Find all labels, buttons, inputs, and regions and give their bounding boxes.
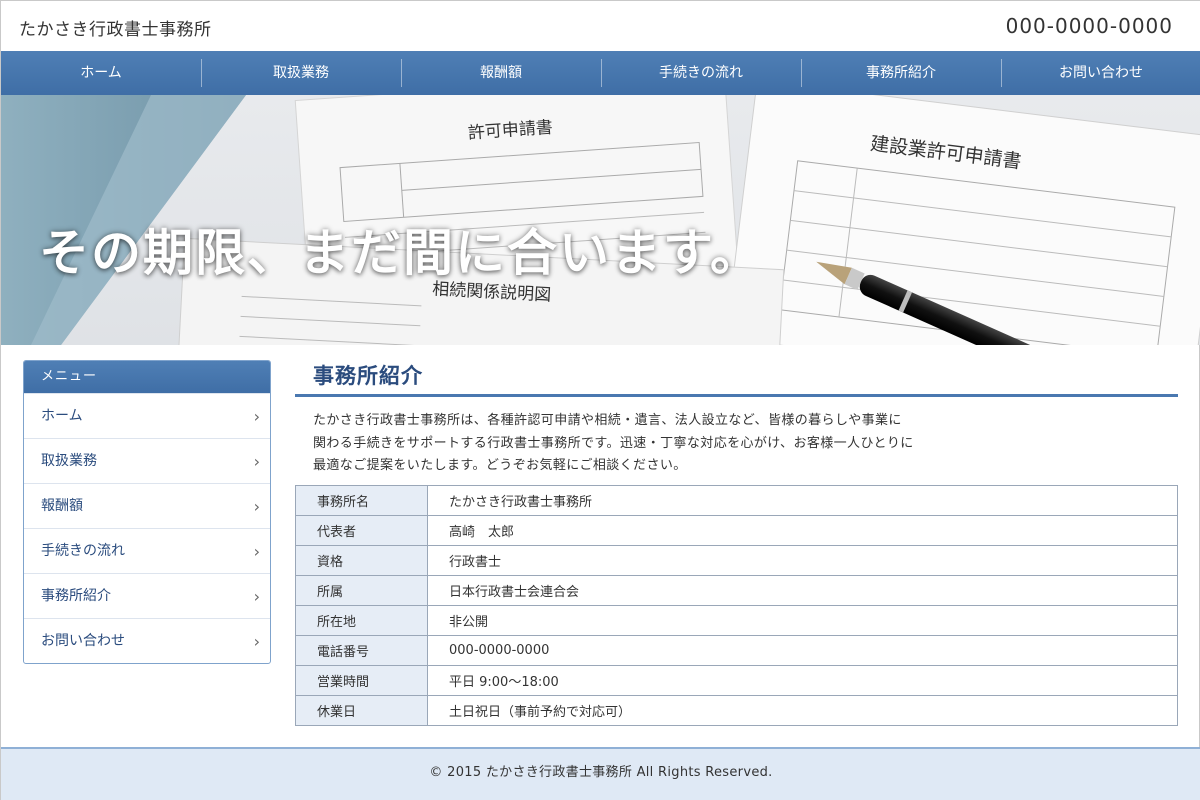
table-row: 電話番号 000-0000-0000: [295, 635, 1178, 666]
table-row: 所属 日本行政書士会連合会: [295, 575, 1178, 606]
table-row: 休業日 土日祝日（事前予約で対応可）: [295, 695, 1178, 726]
sidebar-item-label: お問い合わせ: [41, 633, 125, 649]
chevron-right-icon: ›: [253, 452, 260, 471]
sidebar-item-home[interactable]: ホーム ›: [24, 393, 270, 438]
chevron-right-icon: ›: [253, 632, 260, 651]
sidebar-item-office[interactable]: 事務所紹介 ›: [24, 573, 270, 618]
table-value-cell: 土日祝日（事前予約で対応可）: [427, 695, 1178, 726]
table-header-cell: 代表者: [295, 515, 428, 546]
table-row: 営業時間 平日 9:00〜18:00: [295, 665, 1178, 696]
intro-text: たかさき行政書士事務所は、各種許認可申請や相続・遺言、法人設立など、皆様の暮らし…: [313, 410, 953, 478]
document-construction-permit: 建設業許可申請書: [724, 95, 1200, 345]
sidebar-item-label: 取扱業務: [41, 453, 97, 469]
copyright-text: © 2015 たかさき行政書士事務所 All Rights Reserved.: [429, 765, 773, 780]
table-row: 所在地 非公開: [295, 605, 1178, 636]
hero-banner: 許可申請書 建設業許可申請書 相続関係説明図 その期限、まだ間に合います。: [1, 95, 1200, 345]
intro-line: 最適なご提案をいたします。どうぞお気軽にご相談ください。: [313, 458, 687, 473]
chevron-right-icon: ›: [253, 587, 260, 606]
table-value-cell: 000-0000-0000: [427, 635, 1178, 666]
table-header-cell: 事務所名: [295, 485, 428, 516]
nav-item-office[interactable]: 事務所紹介: [801, 51, 1001, 95]
sidebar-menu: メニュー ホーム › 取扱業務 › 報酬額 › 手続きの流れ › 事務所紹介 ›…: [23, 360, 271, 664]
table-header-cell: 電話番号: [295, 635, 428, 666]
table-header-cell: 所属: [295, 575, 428, 606]
global-nav: ホーム 取扱業務 報酬額 手続きの流れ 事務所紹介 お問い合わせ: [1, 51, 1200, 95]
table-value-cell: 平日 9:00〜18:00: [427, 665, 1178, 696]
sidebar-item-label: 報酬額: [41, 498, 83, 514]
site-header: たかさき行政書士事務所 000-0000-0000: [1, 1, 1200, 51]
sidebar-item-fees[interactable]: 報酬額 ›: [24, 483, 270, 528]
table-value-cell: たかさき行政書士事務所: [427, 485, 1178, 516]
office-info-table: 事務所名 たかさき行政書士事務所 代表者 高崎 太郎 資格 行政書士 所属 日本…: [295, 485, 1178, 726]
table-header-cell: 資格: [295, 545, 428, 576]
table-header-cell: 営業時間: [295, 665, 428, 696]
table-row: 代表者 高崎 太郎: [295, 515, 1178, 546]
table-value-cell: 高崎 太郎: [427, 515, 1178, 546]
nav-item-services[interactable]: 取扱業務: [201, 51, 401, 95]
sidebar-item-services[interactable]: 取扱業務 ›: [24, 438, 270, 483]
table-row: 事務所名 たかさき行政書士事務所: [295, 485, 1178, 516]
nav-item-home[interactable]: ホーム: [1, 51, 201, 95]
table-header-cell: 休業日: [295, 695, 428, 726]
site-title[interactable]: たかさき行政書士事務所: [19, 15, 212, 40]
site-footer: © 2015 たかさき行政書士事務所 All Rights Reserved.: [1, 747, 1200, 800]
nav-item-fees[interactable]: 報酬額: [401, 51, 601, 95]
sidebar-heading: メニュー: [24, 361, 270, 393]
page-title: 事務所紹介: [295, 361, 1178, 397]
intro-line: 関わる手続きをサポートする行政書士事務所です。迅速・丁寧な対応を心がけ、お客様一…: [313, 435, 914, 451]
sidebar-item-process[interactable]: 手続きの流れ ›: [24, 528, 270, 573]
nav-item-process[interactable]: 手続きの流れ: [601, 51, 801, 95]
sidebar-item-contact[interactable]: お問い合わせ ›: [24, 618, 270, 663]
sidebar-item-label: 事務所紹介: [41, 588, 111, 604]
chevron-right-icon: ›: [253, 497, 260, 516]
sidebar-item-label: ホーム: [41, 408, 83, 424]
sidebar-item-label: 手続きの流れ: [41, 543, 125, 559]
table-value-cell: 行政書士: [427, 545, 1178, 576]
main-content: 事務所紹介 たかさき行政書士事務所は、各種許認可申請や相続・遺言、法人設立など、…: [295, 361, 1178, 726]
chevron-right-icon: ›: [253, 407, 260, 426]
hero-catchcopy: その期限、まだ間に合います。: [39, 224, 762, 282]
table-value-cell: 非公開: [427, 605, 1178, 636]
nav-item-contact[interactable]: お問い合わせ: [1001, 51, 1200, 95]
table-row: 資格 行政書士: [295, 545, 1178, 576]
intro-line: たかさき行政書士事務所は、各種許認可申請や相続・遺言、法人設立など、皆様の暮らし…: [313, 413, 902, 428]
chevron-right-icon: ›: [253, 542, 260, 561]
table-header-cell: 所在地: [295, 605, 428, 636]
header-phone-number[interactable]: 000-0000-0000: [1006, 14, 1173, 38]
table-value-cell: 日本行政書士会連合会: [427, 575, 1178, 606]
